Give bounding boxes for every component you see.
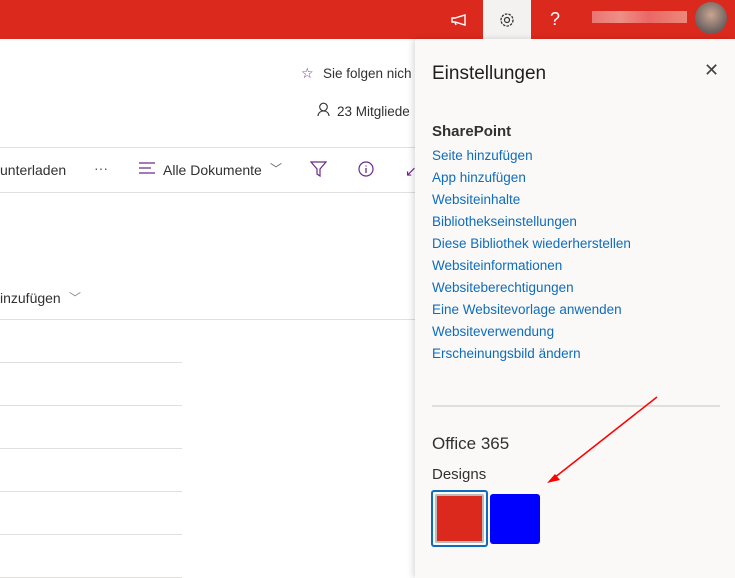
annotation-arrow bbox=[547, 396, 658, 483]
